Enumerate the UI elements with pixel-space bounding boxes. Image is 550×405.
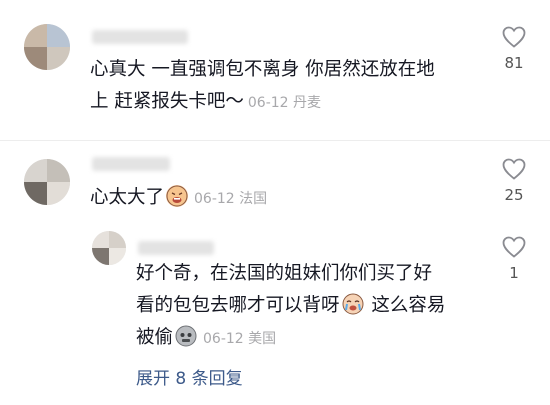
grey-face-emoji — [175, 325, 197, 347]
comment-date: 06-12 — [203, 331, 244, 347]
crying-face-emoji — [166, 185, 189, 207]
comment-text: 好个奇，在法国的姐妹们你们买了好 看的包包去哪才可以背呀 这么容易 被偷 06-1… — [136, 263, 446, 348]
heart-outline-icon[interactable] — [502, 26, 526, 48]
avatar[interactable] — [24, 24, 70, 70]
like-count: 25 — [504, 186, 524, 204]
comment-location: 丹麦 — [293, 95, 322, 111]
tears-face-emoji — [342, 293, 364, 315]
username-blurred[interactable] — [138, 241, 214, 255]
expand-replies-link[interactable]: 展开 8 条回复 — [136, 364, 243, 389]
avatar[interactable] — [92, 231, 126, 265]
comment-text: 心太大了 06-12 法国 — [90, 185, 268, 208]
like-button[interactable]: 81 — [494, 26, 534, 72]
username-blurred[interactable] — [92, 157, 170, 171]
like-button[interactable]: 1 — [494, 236, 534, 282]
like-count: 1 — [509, 264, 519, 282]
like-button[interactable]: 25 — [494, 158, 534, 204]
comment-location: 法国 — [239, 191, 268, 207]
comment-3-reply: 好个奇，在法国的姐妹们你们买了好 看的包包去哪才可以背呀 这么容易 被偷 06-1… — [0, 227, 550, 362]
username-blurred[interactable] — [92, 30, 188, 44]
heart-outline-icon[interactable] — [502, 236, 526, 258]
comment-date: 06-12 — [247, 95, 289, 111]
comment-date: 06-12 — [194, 191, 235, 207]
comment-1: 心真大 一直强调包不离身 你居然还放在地 上 赶紧报失卡吧～ 06-12 丹麦 8… — [0, 0, 550, 140]
avatar[interactable] — [24, 159, 70, 205]
comment-2: 心太大了 06-12 法国 25 — [0, 141, 550, 227]
comment-location: 美国 — [248, 331, 277, 347]
heart-outline-icon[interactable] — [502, 158, 526, 180]
comment-text: 心真大 一直强调包不离身 你居然还放在地 上 赶紧报失卡吧～ 06-12 丹麦 — [90, 59, 435, 112]
like-count: 81 — [504, 54, 524, 72]
